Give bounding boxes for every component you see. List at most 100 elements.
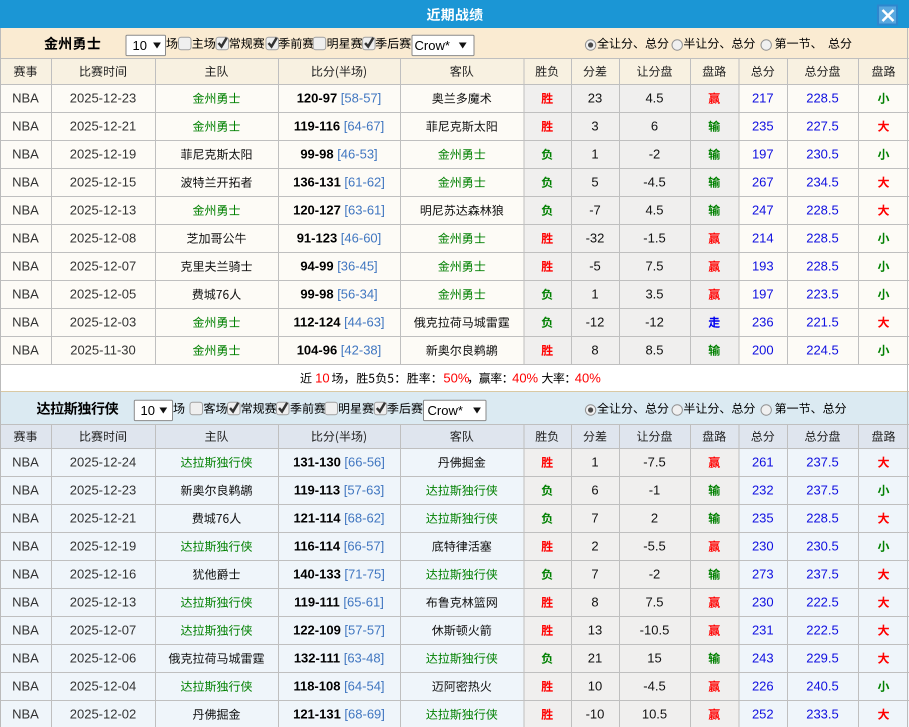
svg-text:273: 273 [752, 567, 774, 582]
svg-text:120-127 [63-61]: 120-127 [63-61] [293, 203, 385, 218]
svg-text:NBA: NBA [12, 231, 39, 246]
svg-text:8: 8 [591, 595, 598, 610]
svg-text:230.5: 230.5 [806, 539, 839, 554]
svg-text:NBA: NBA [12, 287, 39, 302]
svg-text:-7.5: -7.5 [643, 455, 665, 470]
svg-text:10: 10 [141, 403, 155, 418]
svg-text:-5: -5 [589, 259, 601, 274]
svg-text:94-99 [36-45]: 94-99 [36-45] [300, 259, 377, 274]
svg-text:122-109 [57-57]: 122-109 [57-57] [293, 623, 385, 638]
svg-text:NBA: NBA [12, 595, 39, 610]
svg-text:2025-12-07: 2025-12-07 [70, 623, 137, 638]
svg-text:234.5: 234.5 [806, 175, 839, 190]
svg-text:1: 1 [591, 455, 598, 470]
svg-text:119-111 [65-61]: 119-111 [65-61] [294, 595, 384, 610]
svg-text:NBA: NBA [12, 567, 39, 582]
svg-text:237.5: 237.5 [806, 567, 839, 582]
svg-text:-1: -1 [649, 483, 661, 498]
svg-text:228.5: 228.5 [806, 203, 839, 218]
svg-text:NBA: NBA [12, 623, 39, 638]
svg-text:10: 10 [133, 38, 147, 53]
svg-text:237.5: 237.5 [806, 455, 839, 470]
svg-text:6: 6 [651, 119, 658, 134]
svg-text:267: 267 [752, 175, 774, 190]
svg-text:-7: -7 [589, 203, 601, 218]
svg-text:10.5: 10.5 [642, 707, 667, 722]
svg-text:228.5: 228.5 [806, 511, 839, 526]
svg-text:NBA: NBA [12, 707, 39, 722]
svg-text:5: 5 [591, 175, 598, 190]
svg-text:2025-12-21: 2025-12-21 [70, 119, 137, 134]
svg-text:243: 243 [752, 651, 774, 666]
svg-text:99-98 [56-34]: 99-98 [56-34] [300, 287, 377, 302]
svg-text:120-97 [58-57]: 120-97 [58-57] [297, 91, 382, 106]
svg-text:21: 21 [588, 651, 602, 666]
svg-text:NBA: NBA [12, 343, 39, 358]
svg-text:2025-12-02: 2025-12-02 [70, 707, 137, 722]
svg-text:NBA: NBA [12, 259, 39, 274]
svg-text:3: 3 [591, 119, 598, 134]
svg-text:231: 231 [752, 623, 774, 638]
svg-text:1: 1 [591, 287, 598, 302]
svg-text:NBA: NBA [12, 679, 39, 694]
svg-text:240.5: 240.5 [806, 679, 839, 694]
svg-text:2025-12-23: 2025-12-23 [70, 483, 137, 498]
svg-text:236: 236 [752, 315, 774, 330]
svg-text:NBA: NBA [12, 539, 39, 554]
svg-text:247: 247 [752, 203, 774, 218]
svg-text:121-131 [68-69]: 121-131 [68-69] [293, 707, 385, 722]
svg-text:Crow*: Crow* [428, 403, 463, 418]
svg-text:8.5: 8.5 [645, 343, 663, 358]
svg-text:2025-12-19: 2025-12-19 [70, 539, 137, 554]
svg-text:193: 193 [752, 259, 774, 274]
svg-text:7.5: 7.5 [645, 595, 663, 610]
svg-text:99-98 [46-53]: 99-98 [46-53] [300, 147, 377, 162]
svg-text:-12: -12 [645, 315, 664, 330]
svg-text:7: 7 [591, 511, 598, 526]
svg-text:214: 214 [752, 231, 774, 246]
svg-text:2025-12-03: 2025-12-03 [70, 315, 137, 330]
svg-text:140-133 [71-75]: 140-133 [71-75] [293, 567, 385, 582]
svg-text:235: 235 [752, 511, 774, 526]
svg-text:112-124 [44-63]: 112-124 [44-63] [293, 315, 384, 330]
svg-text:118-108 [64-54]: 118-108 [64-54] [293, 679, 384, 694]
svg-text:4.5: 4.5 [645, 91, 663, 106]
svg-text:NBA: NBA [12, 483, 39, 498]
svg-text:226: 226 [752, 679, 774, 694]
svg-text:-12: -12 [586, 315, 605, 330]
svg-text:230: 230 [752, 539, 774, 554]
svg-text:2025-12-15: 2025-12-15 [70, 175, 137, 190]
svg-text:2025-12-16: 2025-12-16 [70, 567, 137, 582]
svg-text:2025-12-24: 2025-12-24 [70, 455, 137, 470]
svg-text:2025-12-06: 2025-12-06 [70, 651, 137, 666]
svg-text:223.5: 223.5 [806, 287, 839, 302]
svg-text:200: 200 [752, 343, 774, 358]
svg-text:Crow*: Crow* [415, 38, 450, 53]
svg-text:7: 7 [591, 567, 598, 582]
svg-text:1: 1 [591, 147, 598, 162]
svg-text:230.5: 230.5 [806, 147, 839, 162]
svg-text:91-123 [46-60]: 91-123 [46-60] [297, 231, 382, 246]
svg-text:131-130 [66-56]: 131-130 [66-56] [293, 455, 385, 470]
svg-text:261: 261 [752, 455, 774, 470]
svg-text:NBA: NBA [12, 147, 39, 162]
svg-text:233.5: 233.5 [806, 707, 839, 722]
svg-text:-10.5: -10.5 [640, 623, 670, 638]
svg-text:-5.5: -5.5 [643, 539, 665, 554]
svg-text:230: 230 [752, 595, 774, 610]
svg-text:2025-12-13: 2025-12-13 [70, 595, 137, 610]
svg-text:40%: 40% [512, 371, 538, 386]
svg-text:40%: 40% [575, 371, 601, 386]
svg-text:229.5: 229.5 [806, 651, 839, 666]
svg-text:NBA: NBA [12, 119, 39, 134]
svg-text:-2: -2 [649, 567, 661, 582]
svg-text:2025-12-04: 2025-12-04 [70, 679, 137, 694]
svg-text:119-113 [57-63]: 119-113 [57-63] [294, 483, 384, 498]
svg-text:104-96 [42-38]: 104-96 [42-38] [297, 343, 382, 358]
svg-text:NBA: NBA [12, 203, 39, 218]
svg-text:2025-12-21: 2025-12-21 [70, 511, 137, 526]
svg-text:2: 2 [651, 511, 658, 526]
svg-text:228.5: 228.5 [806, 91, 839, 106]
svg-text:15: 15 [647, 651, 661, 666]
svg-text:NBA: NBA [12, 455, 39, 470]
